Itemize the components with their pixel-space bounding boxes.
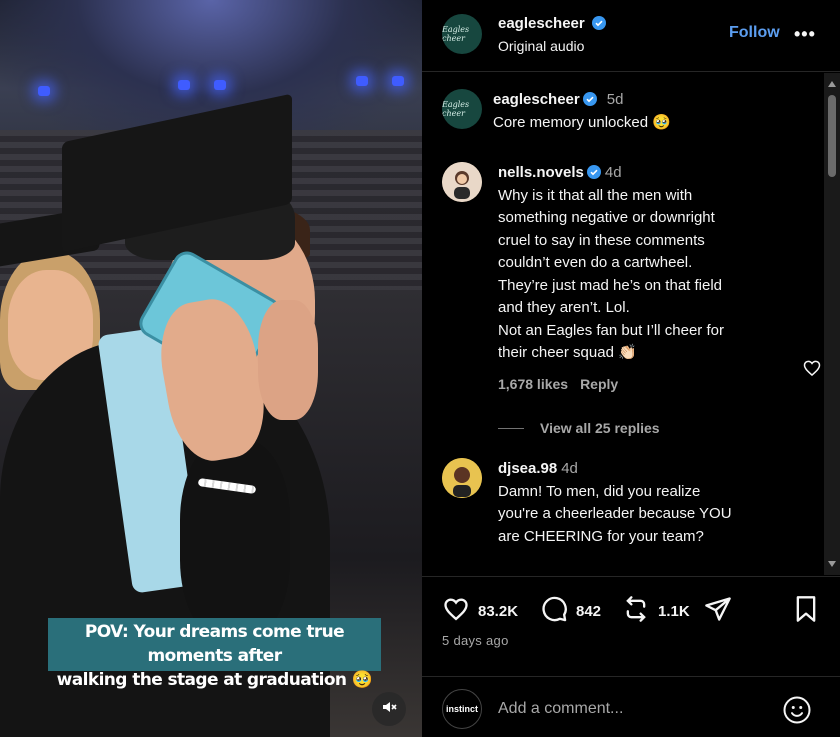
- comment-body: nells.novels 4d Why is it that all the me…: [498, 162, 788, 395]
- follow-button[interactable]: Follow: [729, 24, 780, 42]
- comment-bubble-icon: [540, 595, 576, 627]
- comment-time[interactable]: 4d: [605, 164, 622, 181]
- comment-body: djsea.98 4d Damn! To men, did you realize…: [498, 458, 788, 548]
- comment-username[interactable]: djsea.98: [498, 460, 557, 477]
- post-actions: 83.2K 842 1.1K 5 days ago: [422, 576, 840, 676]
- comments-list: Eagles cheer eaglescheer 5d Core memory u…: [422, 73, 840, 575]
- my-avatar: instinct: [442, 689, 482, 729]
- comment-text-line: you're a cheerleader because YOU: [498, 505, 732, 522]
- avatar-logo-text: Eagles cheer: [442, 25, 470, 43]
- comment-text-line: cruel to say in these comments: [498, 231, 705, 249]
- gown-sleeve: [180, 440, 290, 640]
- comment-text-line: something negative or downright: [498, 209, 715, 226]
- post-timestamp[interactable]: 5 days ago: [442, 633, 509, 648]
- comment-username[interactable]: nells.novels: [498, 164, 584, 181]
- video-caption: POV: Your dreams come true moments after…: [48, 618, 381, 690]
- comment-body: eaglescheer 5d Core memory unlocked 🥹: [493, 89, 783, 134]
- reply-button[interactable]: Reply: [580, 376, 618, 392]
- comment-text-line: Damn! To men, did you realize: [498, 482, 701, 500]
- caption-line: walking the stage at graduation 🥹: [56, 670, 373, 690]
- share-button[interactable]: [704, 595, 740, 627]
- comment-text-line: are CHEERING for your team?: [498, 527, 704, 545]
- author-username-text[interactable]: eaglescheer: [498, 15, 585, 32]
- my-avatar-text: instinct: [445, 704, 478, 714]
- add-comment-input[interactable]: [498, 697, 768, 721]
- scrollbar-thumb[interactable]: [828, 95, 836, 177]
- stage-light: [392, 76, 404, 86]
- stage-light: [178, 80, 190, 90]
- author-avatar[interactable]: Eagles cheer: [442, 14, 482, 54]
- graduate-hand: [258, 300, 318, 420]
- paper-plane-icon: [704, 595, 740, 627]
- author-username[interactable]: eaglescheer: [498, 15, 606, 32]
- add-comment-bar: instinct: [422, 676, 840, 737]
- scroll-up-arrow-icon[interactable]: [828, 81, 836, 87]
- comment-time[interactable]: 5d: [607, 91, 624, 108]
- comment-likes[interactable]: 1,678 likes: [498, 376, 568, 392]
- emoji-icon[interactable]: [782, 695, 812, 730]
- verified-badge-icon: [586, 164, 601, 179]
- comments-scrollbar[interactable]: [824, 73, 840, 575]
- comment-count[interactable]: 842: [576, 603, 601, 620]
- comment-text-line: couldn’t even do a cartwheel.: [498, 254, 693, 271]
- heart-icon: [442, 595, 478, 627]
- verified-badge-icon: [591, 16, 606, 30]
- commenter-avatar[interactable]: [442, 458, 482, 498]
- save-button[interactable]: [792, 595, 828, 627]
- commenter-avatar[interactable]: [442, 162, 482, 202]
- bookmark-icon: [792, 595, 828, 627]
- stage-light: [356, 76, 368, 86]
- stage-light: [214, 80, 226, 90]
- speaker-muted-icon: [381, 699, 397, 720]
- reel-video[interactable]: POV: Your dreams come true moments after…: [0, 0, 422, 737]
- comment-text-line: and they aren’t. Lol.: [498, 299, 630, 316]
- mute-button[interactable]: [372, 692, 406, 726]
- comment-time[interactable]: 4d: [561, 460, 578, 477]
- comment-text-line: They’re just mad he’s on that field: [498, 276, 723, 294]
- like-comment-heart-icon[interactable]: [802, 358, 822, 383]
- like-button[interactable]: 83.2K: [442, 595, 518, 627]
- view-replies-button[interactable]: View all 25 replies: [498, 420, 660, 436]
- scroll-down-arrow-icon[interactable]: [828, 561, 836, 567]
- post-header: Eagles cheer eaglescheer Original audio …: [422, 0, 840, 72]
- caption-line: POV: Your dreams come true moments after: [84, 622, 345, 666]
- comment-button[interactable]: 842: [540, 595, 601, 627]
- post-panel: Eagles cheer eaglescheer Original audio …: [422, 0, 840, 737]
- comment-text-line: Not an Eagles fan but I’ll cheer for: [498, 321, 724, 339]
- avatar-logo-text: Eagles cheer: [442, 100, 470, 118]
- comment-meta: 1,678 likes Reply: [498, 373, 788, 396]
- audio-label[interactable]: Original audio: [498, 38, 584, 54]
- comment-text-line: Why is it that all the men with: [498, 186, 693, 204]
- comment-text-line: their cheer squad 👏🏻: [498, 344, 637, 361]
- verified-badge-icon: [582, 91, 597, 106]
- author-avatar[interactable]: Eagles cheer: [442, 89, 482, 129]
- repost-button[interactable]: 1.1K: [622, 595, 690, 627]
- more-options-button[interactable]: •••: [794, 24, 816, 45]
- like-count[interactable]: 83.2K: [478, 603, 518, 620]
- stage-light: [38, 86, 50, 96]
- comment-username[interactable]: eaglescheer: [493, 91, 580, 108]
- repost-count[interactable]: 1.1K: [658, 603, 690, 620]
- repost-icon: [622, 595, 658, 627]
- comment-text: Core memory unlocked 🥹: [493, 113, 671, 131]
